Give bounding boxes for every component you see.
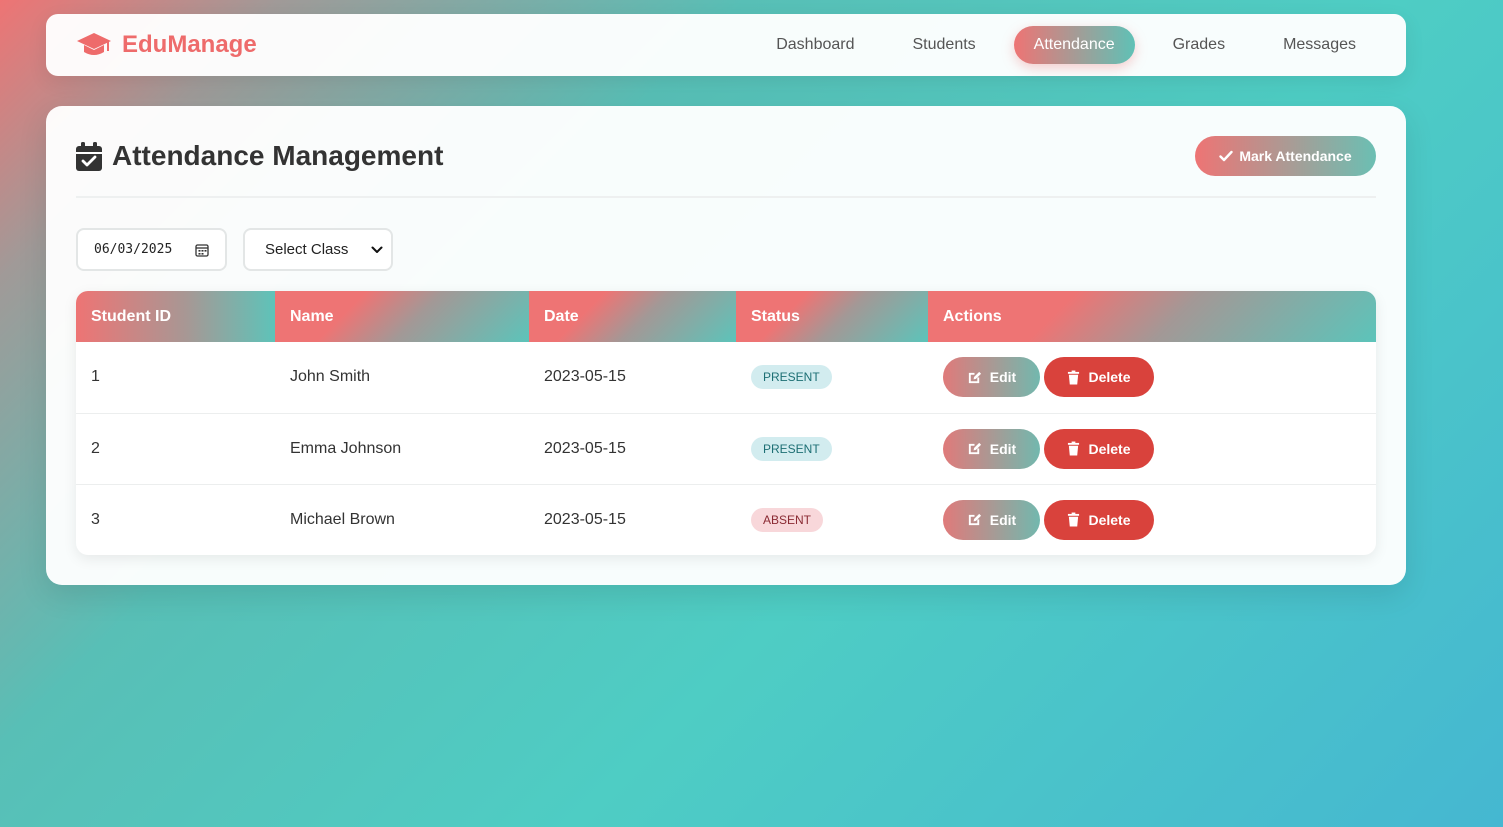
cell-actions: Edit Delete — [928, 413, 1376, 485]
class-select-value: Select Class — [265, 241, 349, 258]
calendar-icon[interactable] — [195, 243, 209, 257]
nav-links: Dashboard Students Attendance Grades Mes… — [756, 26, 1376, 64]
edit-label: Edit — [989, 440, 1017, 457]
col-date: Date — [529, 291, 736, 342]
attendance-card: Attendance Management Mark Attendance 06… — [46, 106, 1406, 585]
status-badge: ABSENT — [751, 507, 824, 532]
delete-button[interactable]: Delete — [1044, 428, 1154, 469]
mark-attendance-label: Mark Attendance — [1239, 148, 1352, 164]
top-navbar: EduManage Dashboard Students Attendance … — [46, 14, 1406, 76]
mark-attendance-button[interactable]: Mark Attendance — [1195, 136, 1376, 176]
cell-name: Emma Johnson — [275, 413, 529, 485]
cell-actions: Edit Delete — [928, 342, 1376, 414]
attendance-table: Student ID Name Date Status Actions 1 Jo… — [76, 291, 1376, 555]
table-row: 1 John Smith 2023-05-15 PRESENT Edit Del… — [76, 342, 1376, 414]
delete-label: Delete — [1088, 369, 1131, 386]
edit-label: Edit — [989, 511, 1017, 528]
cell-status: PRESENT — [736, 413, 928, 485]
edit-button[interactable]: Edit — [943, 428, 1040, 469]
table-row: 2 Emma Johnson 2023-05-15 PRESENT Edit D… — [76, 413, 1376, 485]
nav-grades[interactable]: Grades — [1153, 26, 1245, 64]
edit-button[interactable]: Edit — [943, 357, 1040, 398]
col-actions: Actions — [928, 291, 1376, 342]
cell-student-id: 1 — [76, 342, 275, 414]
check-icon — [1219, 150, 1234, 162]
delete-label: Delete — [1088, 511, 1131, 528]
cell-name: John Smith — [275, 342, 529, 414]
nav-messages[interactable]: Messages — [1263, 26, 1376, 64]
page-title: Attendance Management — [76, 140, 443, 172]
nav-students[interactable]: Students — [893, 26, 996, 64]
table-row: 3 Michael Brown 2023-05-15 ABSENT Edit D… — [76, 484, 1376, 555]
class-select[interactable]: Select Class — [243, 228, 393, 271]
col-name: Name — [275, 291, 529, 342]
edit-icon — [967, 512, 982, 527]
graduation-cap-icon — [76, 31, 112, 59]
logo[interactable]: EduManage — [76, 31, 257, 59]
date-input[interactable]: 06/03/2025 — [76, 228, 227, 271]
edit-icon — [967, 441, 982, 456]
edit-button[interactable]: Edit — [943, 499, 1040, 540]
chevron-down-icon — [371, 246, 383, 254]
nav-dashboard[interactable]: Dashboard — [756, 26, 874, 64]
trash-icon — [1067, 441, 1080, 456]
card-header: Attendance Management Mark Attendance — [76, 106, 1376, 198]
date-value: 06/03/2025 — [94, 242, 173, 257]
trash-icon — [1067, 370, 1080, 385]
calendar-check-icon — [76, 141, 102, 171]
cell-status: PRESENT — [736, 342, 928, 414]
delete-button[interactable]: Delete — [1044, 357, 1154, 398]
cell-date: 2023-05-15 — [529, 342, 736, 414]
cell-student-id: 3 — [91, 510, 100, 528]
delete-label: Delete — [1088, 440, 1131, 457]
cell-status: ABSENT — [736, 484, 928, 555]
cell-date: 2023-05-15 — [544, 510, 626, 528]
edit-label: Edit — [989, 369, 1017, 386]
table-header-row: Student ID Name Date Status Actions — [76, 291, 1376, 342]
delete-button[interactable]: Delete — [1044, 499, 1154, 540]
app-name: EduManage — [122, 31, 257, 58]
col-status: Status — [736, 291, 928, 342]
cell-student-id: 2 — [76, 413, 275, 485]
cell-name: Michael Brown — [290, 510, 395, 528]
status-badge: PRESENT — [751, 365, 832, 390]
cell-actions: Edit Delete — [928, 484, 1376, 555]
filters: 06/03/2025 Select Class — [76, 228, 1376, 271]
trash-icon — [1067, 512, 1080, 527]
cell-date: 2023-05-15 — [529, 413, 736, 485]
page-title-text: Attendance Management — [112, 140, 444, 171]
col-student-id: Student ID — [76, 291, 275, 342]
edit-icon — [967, 370, 982, 385]
status-badge: PRESENT — [751, 436, 832, 461]
nav-attendance[interactable]: Attendance — [1013, 26, 1135, 64]
